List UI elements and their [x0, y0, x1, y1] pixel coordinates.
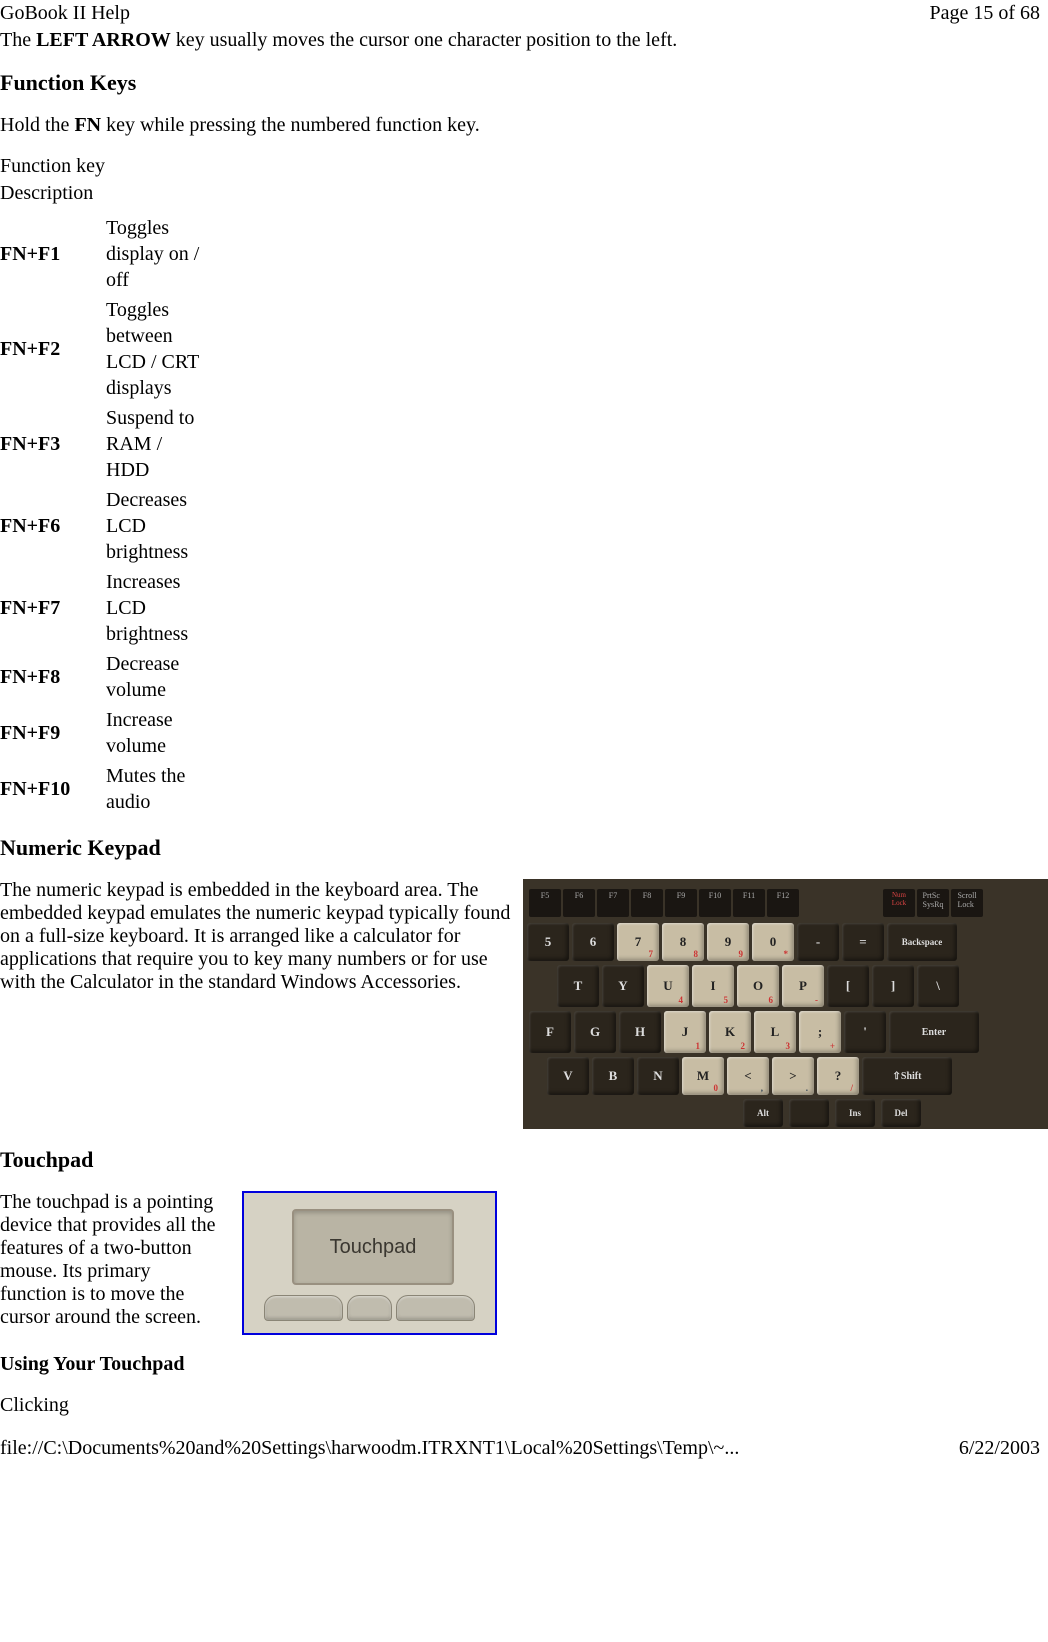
keyboard-key: F: [529, 1011, 571, 1053]
keyboard-key: Ins: [835, 1099, 875, 1127]
keyboard-key: O6: [737, 965, 779, 1007]
keyboard-key: 88: [662, 923, 704, 961]
keyboard-key: 5: [527, 923, 569, 961]
keyboard-key: 0*: [752, 923, 794, 961]
keyboard-fkey: PrtScSysRq: [917, 889, 949, 917]
keyboard-key: T: [557, 965, 599, 1007]
keyboard-key: J1: [664, 1011, 706, 1053]
left-arrow-key-label: LEFT ARROW: [36, 29, 171, 51]
keyboard-image: F5F6F7F8F9F10F11F12NumLockPrtScSysRqScro…: [523, 879, 1048, 1129]
keyboard-key: N: [637, 1057, 679, 1095]
touchpad-left-button-graphic: [264, 1295, 343, 1321]
fn-key-label: FN: [74, 114, 101, 136]
table-row: FN+F2Toggles between LCD / CRT displays: [0, 295, 212, 403]
table-row: FN+F3Suspend to RAM / HDD: [0, 403, 212, 485]
fn-table-header: Function key Description: [0, 153, 1048, 207]
table-row: FN+F6Decreases LCD brightness: [0, 485, 212, 567]
touchpad-heading: Touchpad: [0, 1147, 1048, 1173]
keyboard-fkey: ScrollLock: [951, 889, 983, 917]
touchpad-right-button-graphic: [396, 1295, 475, 1321]
keyboard-key: Enter: [889, 1011, 979, 1053]
keyboard-key: L3: [754, 1011, 796, 1053]
numeric-keypad-text: The numeric keypad is embedded in the ke…: [0, 879, 515, 994]
clicking-label: Clicking: [0, 1394, 1048, 1417]
keyboard-key: Alt: [743, 1099, 783, 1127]
footer-date: 6/22/2003: [959, 1437, 1040, 1460]
touchpad-image: Touchpad: [242, 1191, 497, 1335]
keyboard-fkey: F7: [597, 889, 629, 917]
table-row: FN+F9Increase volume: [0, 705, 212, 761]
keyboard-key: Del: [881, 1099, 921, 1127]
keyboard-key: ': [844, 1011, 886, 1053]
keyboard-fkey: F12: [767, 889, 799, 917]
touchpad-text: The touchpad is a pointing device that p…: [0, 1191, 222, 1329]
keyboard-fkey: F10: [699, 889, 731, 917]
keyboard-key: Backspace: [887, 923, 957, 961]
intro-paragraph: The LEFT ARROW key usually moves the cur…: [0, 29, 1048, 52]
keyboard-key: M0: [682, 1057, 724, 1095]
keyboard-key: >.: [772, 1057, 814, 1095]
numeric-keypad-heading: Numeric Keypad: [0, 835, 1048, 861]
footer-path: file://C:\Documents%20and%20Settings\har…: [0, 1437, 739, 1460]
keyboard-key: Y: [602, 965, 644, 1007]
keyboard-key: 6: [572, 923, 614, 961]
keyboard-key: [: [827, 965, 869, 1007]
function-keys-desc: Hold the FN key while pressing the numbe…: [0, 114, 1048, 137]
keyboard-key: \: [917, 965, 959, 1007]
table-row: FN+F7Increases LCD brightness: [0, 567, 212, 649]
keyboard-key: B: [592, 1057, 634, 1095]
keyboard-fkey: F5: [529, 889, 561, 917]
keyboard-key: =: [842, 923, 884, 961]
function-keys-heading: Function Keys: [0, 70, 1048, 96]
keyboard-key: H: [619, 1011, 661, 1053]
using-touchpad-heading: Using Your Touchpad: [0, 1353, 1048, 1376]
keyboard-key: 99: [707, 923, 749, 961]
keyboard-fkey: F9: [665, 889, 697, 917]
keyboard-key: I5: [692, 965, 734, 1007]
keyboard-fkey: F11: [733, 889, 765, 917]
keyboard-key: ;+: [799, 1011, 841, 1053]
keyboard-key: U4: [647, 965, 689, 1007]
header-left: GoBook II Help: [0, 2, 130, 25]
table-row: FN+F8Decrease volume: [0, 649, 212, 705]
keyboard-key: ?/: [817, 1057, 859, 1095]
keyboard-key: ]: [872, 965, 914, 1007]
keyboard-fkey: F6: [563, 889, 595, 917]
function-keys-table: FN+F1Toggles display on / off FN+F2Toggl…: [0, 213, 212, 817]
keyboard-key: P-: [782, 965, 824, 1007]
keyboard-key: ⇧Shift: [862, 1057, 952, 1095]
keyboard-key: G: [574, 1011, 616, 1053]
keyboard-key: <,: [727, 1057, 769, 1095]
keyboard-key: [789, 1099, 829, 1127]
touchpad-pad-label: Touchpad: [292, 1209, 454, 1285]
table-row: FN+F10Mutes the audio: [0, 761, 212, 817]
table-row: FN+F1Toggles display on / off: [0, 213, 212, 295]
keyboard-fkey: NumLock: [883, 889, 915, 917]
keyboard-fkey: F8: [631, 889, 663, 917]
header-page: Page 15 of 68: [929, 2, 1040, 25]
keyboard-key: -: [797, 923, 839, 961]
keyboard-key: K2: [709, 1011, 751, 1053]
touchpad-middle-button-graphic: [347, 1295, 391, 1321]
keyboard-key: 77: [617, 923, 659, 961]
keyboard-key: V: [547, 1057, 589, 1095]
